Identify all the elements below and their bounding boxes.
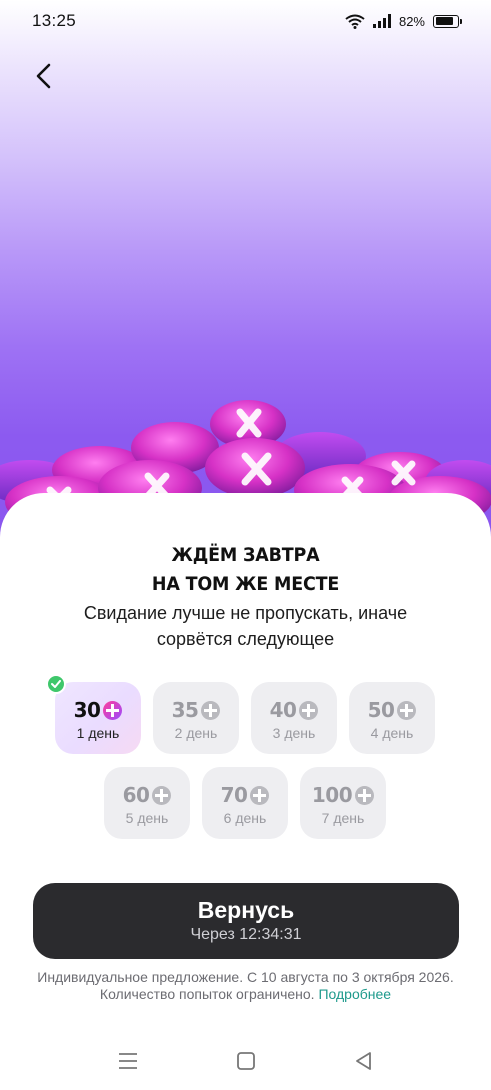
day-label: 1 день <box>76 725 120 741</box>
day-card-2[interactable]: 35 2 день <box>153 682 239 754</box>
plus-coin-icon <box>152 785 172 805</box>
day-label: 6 день <box>223 810 267 826</box>
footnote-line1: Индивидуальное предложение. С 10 августа… <box>37 969 454 985</box>
check-icon <box>46 674 66 694</box>
back-triangle-icon <box>356 1052 371 1070</box>
day-card-7[interactable]: 100 7 день <box>300 767 386 839</box>
status-bar: 13:25 82% <box>0 0 491 42</box>
day-reward-value: 40 <box>269 698 297 722</box>
day-reward: 70 <box>202 781 288 809</box>
offer-title-line1: ЖДЁМ ЗАВТРА <box>171 544 320 566</box>
footnote-limit-text: Количество попыток ограничено. <box>99 986 315 1002</box>
day-card-1[interactable]: 30 1 день <box>46 674 141 754</box>
offer-title-line2: НА ТОМ ЖЕ МЕСТЕ <box>151 573 340 595</box>
day-reward: 40 <box>251 696 337 724</box>
chevron-left-icon <box>36 63 51 89</box>
return-button-label: Вернусь <box>197 897 295 923</box>
plus-coin-icon <box>299 700 319 720</box>
day-reward: 100 <box>300 781 386 809</box>
plus-coin-icon <box>250 785 270 805</box>
day-reward-value: 50 <box>367 698 395 722</box>
day-label: 5 день <box>125 810 169 826</box>
day-reward-value: 100 <box>311 783 353 807</box>
plus-coin-icon <box>103 700 123 720</box>
footnote-line2: Количество попыток ограничено. Подробнее <box>30 986 461 1003</box>
day-card-6[interactable]: 70 6 день <box>202 767 288 839</box>
day-reward-value: 60 <box>122 783 150 807</box>
offer-title: ЖДЁМ ЗАВТРА НА ТОМ ЖЕ МЕСТЕ <box>20 541 472 599</box>
day-reward: 30 <box>55 696 141 724</box>
day-label: 2 день <box>174 725 218 741</box>
battery-fill <box>435 17 453 25</box>
day-reward: 50 <box>349 696 435 724</box>
day-label: 4 день <box>370 725 414 741</box>
status-time: 13:25 <box>32 11 77 30</box>
home-button[interactable] <box>234 1050 258 1072</box>
wifi-icon <box>345 14 365 29</box>
offer-subtitle: Свидание лучше не пропускать, иначе сорв… <box>83 603 408 649</box>
more-details-link[interactable]: Подробнее <box>318 986 391 1002</box>
hero-banner <box>0 0 491 560</box>
offer-footnote: Индивидуальное предложение. С 10 августа… <box>30 969 461 1003</box>
countdown-timer: Через 12:34:31 <box>190 926 302 943</box>
day-card-5[interactable]: 60 5 день <box>104 767 190 839</box>
home-square-icon <box>237 1052 255 1070</box>
system-back-button[interactable] <box>352 1050 376 1072</box>
battery-icon <box>433 14 462 28</box>
plus-coin-icon <box>201 700 221 720</box>
day-reward: 35 <box>153 696 239 724</box>
day-reward-value: 30 <box>73 698 101 722</box>
day-label: 3 день <box>272 725 316 741</box>
day-reward-value: 70 <box>220 783 248 807</box>
back-button[interactable] <box>26 58 62 94</box>
battery-percentage: 82% <box>398 13 425 29</box>
status-icons: 82% <box>345 13 462 29</box>
plus-coin-icon <box>355 785 375 805</box>
day-card-3[interactable]: 40 3 день <box>251 682 337 754</box>
plus-coin-icon <box>397 700 417 720</box>
menu-icon <box>119 1053 137 1069</box>
day-card-4[interactable]: 50 4 день <box>349 682 435 754</box>
day-reward-value: 35 <box>171 698 199 722</box>
system-nav-bar <box>0 1036 491 1084</box>
day-label: 7 день <box>321 810 365 826</box>
day-reward: 60 <box>104 781 190 809</box>
return-button[interactable]: Вернусь Через 12:34:31 <box>33 883 459 959</box>
signal-icon <box>372 14 391 28</box>
menu-button[interactable] <box>116 1050 140 1072</box>
